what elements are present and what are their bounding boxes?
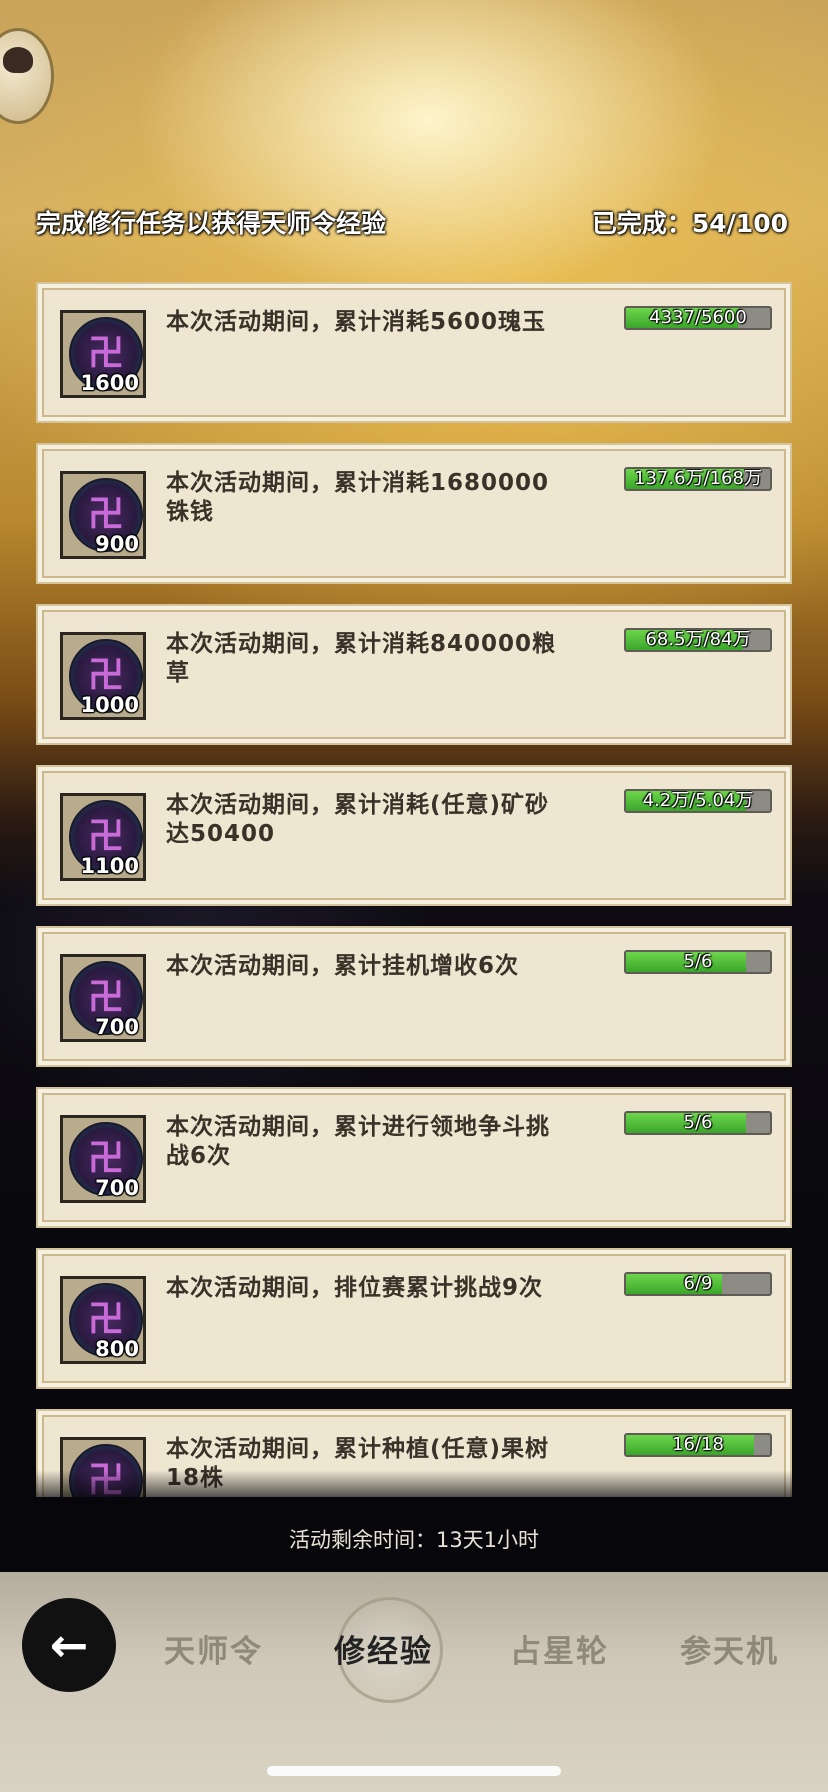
completed-count: 已完成：54/100: [591, 209, 788, 238]
back-button[interactable]: ←: [22, 1598, 116, 1692]
task-description: 本次活动期间，累计挂机增收6次: [166, 953, 520, 979]
task-description: 本次活动期间，累计消耗840000粮草: [166, 631, 557, 686]
task-card: 1100 本次活动期间，累计消耗(任意)矿砂达50400 4.2万/5.04万: [36, 765, 792, 906]
reward-icon-frame[interactable]: 700: [60, 1115, 146, 1203]
task-card: 700 本次活动期间，累计挂机增收6次 5/6: [36, 926, 792, 1067]
reward-icon-frame[interactable]: 800: [60, 1276, 146, 1364]
left-arrow-icon: ←: [49, 1618, 89, 1672]
progress-text: 16/18: [672, 1434, 724, 1455]
task-description: 本次活动期间，排位赛累计挑战9次: [166, 1275, 544, 1301]
remaining-time: 活动剩余时间：13天1小时: [288, 1528, 540, 1552]
home-indicator[interactable]: [267, 1766, 561, 1776]
reward-amount: 800: [95, 1337, 139, 1361]
task-description: 本次活动期间，累计消耗(任意)矿砂达50400: [166, 792, 550, 847]
progress-text: 4.2万/5.04万: [642, 790, 754, 811]
progress-bar: 4337/5600: [624, 306, 772, 330]
reward-amount: 1000: [80, 693, 139, 717]
task-card: 800 本次活动期间，排位赛累计挑战9次 6/9: [36, 1248, 792, 1389]
reward-icon-frame[interactable]: 900: [60, 471, 146, 559]
progress-text: 4337/5600: [649, 307, 747, 328]
progress-bar: 5/6: [624, 1111, 772, 1135]
task-list[interactable]: 1600 本次活动期间，累计消耗5600瑰玉 4337/5600 900 本次活…: [36, 282, 792, 1497]
progress-bar: 5/6: [624, 950, 772, 974]
list-fade: [36, 1470, 792, 1510]
task-card: 1600 本次活动期间，累计消耗5600瑰玉 4337/5600: [36, 282, 792, 423]
progress-bar: 4.2万/5.04万: [624, 789, 772, 813]
progress-bar: 6/9: [624, 1272, 772, 1296]
task-description: 本次活动期间，累计消耗1680000铢钱: [166, 470, 550, 525]
task-description: 本次活动期间，累计进行领地争斗挑战6次: [166, 1114, 550, 1169]
reward-amount: 700: [95, 1176, 139, 1200]
reward-icon-frame[interactable]: 700: [60, 954, 146, 1042]
reward-icon-frame[interactable]: 1100: [60, 793, 146, 881]
progress-bar: 16/18: [624, 1433, 772, 1457]
task-card: 900 本次活动期间，累计消耗1680000铢钱 137.6万/168万: [36, 443, 792, 584]
tab-cantianji[interactable]: 参天机: [680, 1626, 779, 1671]
task-card: 700 本次活动期间，累计进行领地争斗挑战6次 5/6: [36, 1087, 792, 1228]
progress-text: 5/6: [683, 1112, 713, 1133]
header-title: 完成修行任务以获得天师令经验: [36, 209, 387, 238]
tab-zhanxinglun[interactable]: 占星轮: [510, 1626, 609, 1671]
progress-text: 5/6: [683, 951, 713, 972]
reward-icon-frame[interactable]: 1000: [60, 632, 146, 720]
reward-icon-frame[interactable]: 1600: [60, 310, 146, 398]
progress-text: 68.5万/84万: [645, 629, 751, 650]
progress-text: 6/9: [683, 1273, 713, 1294]
tab-xiujingyan[interactable]: 修经验: [334, 1626, 433, 1671]
tab-tianshiling[interactable]: 天师令: [164, 1626, 263, 1671]
task-card: 1000 本次活动期间，累计消耗840000粮草 68.5万/84万: [36, 604, 792, 745]
reward-amount: 1600: [80, 371, 139, 395]
reward-amount: 700: [95, 1015, 139, 1039]
reward-amount: 900: [95, 532, 139, 556]
reward-amount: 1100: [80, 854, 139, 878]
task-description: 本次活动期间，累计消耗5600瑰玉: [166, 309, 547, 335]
progress-bar: 137.6万/168万: [624, 467, 772, 491]
progress-bar: 68.5万/84万: [624, 628, 772, 652]
progress-text: 137.6万/168万: [634, 468, 762, 489]
